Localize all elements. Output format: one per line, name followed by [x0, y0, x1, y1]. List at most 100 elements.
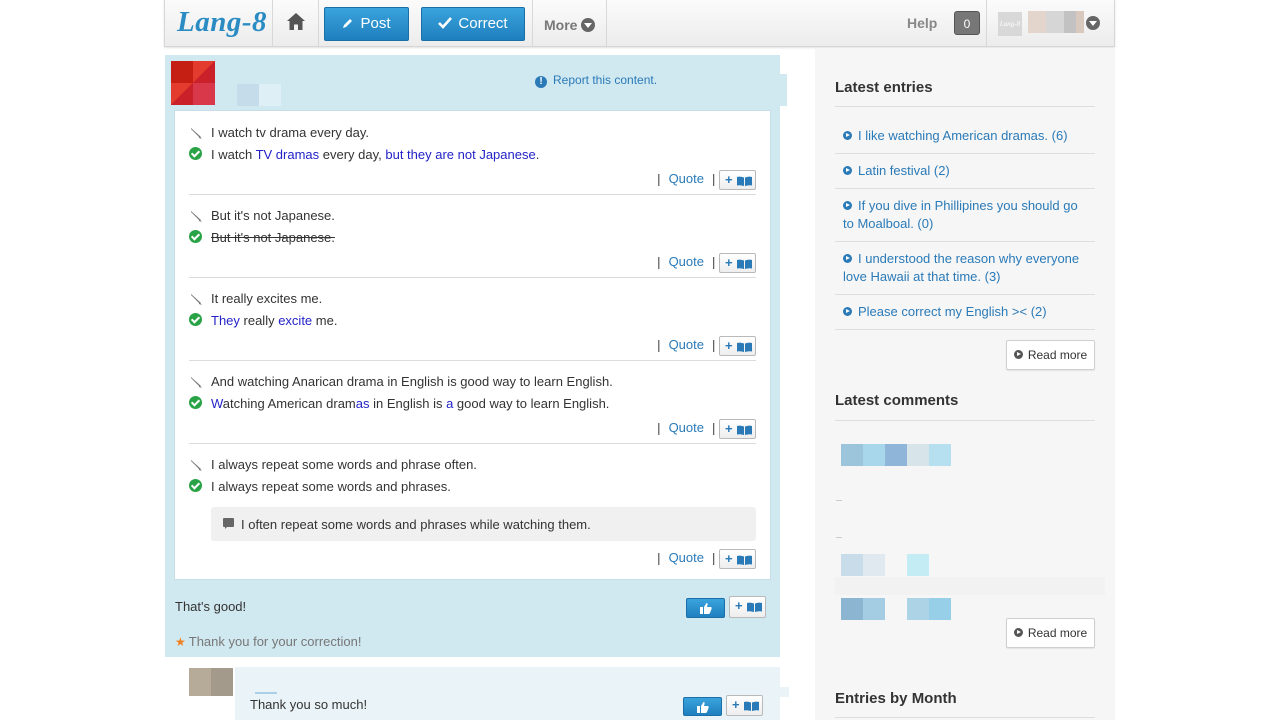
report-content-label: Report this content. — [553, 73, 658, 87]
read-more-label: Read more — [1027, 626, 1088, 640]
add-to-book-plus: + — [725, 551, 733, 566]
correct-button[interactable]: Correct — [421, 7, 525, 41]
sidebar-entry-link[interactable]: Latin festival (2) — [843, 162, 1088, 180]
read-more-comments-button[interactable]: Read more — [1006, 618, 1095, 648]
corrector-avatar[interactable] — [171, 61, 215, 105]
sidebar-entry-label: I understood the reason why everyone lov… — [843, 251, 1080, 284]
post-button[interactable]: Post — [324, 7, 409, 41]
navbar-divider — [606, 0, 607, 46]
comment-row-background — [835, 577, 1105, 595]
navbar-divider — [272, 0, 273, 46]
correction-actions: | Quote | + — [657, 549, 756, 571]
comment-author-blurred[interactable] — [841, 598, 885, 620]
comment-author-blurred[interactable] — [841, 444, 951, 466]
correction-divider — [189, 194, 756, 195]
correction-highlight: as — [355, 396, 370, 411]
sidebar-divider — [835, 717, 1095, 718]
report-content-link[interactable]: ! Report this content. — [535, 73, 657, 88]
text-segment: every day, — [319, 147, 386, 162]
add-to-book-button[interactable]: + — [729, 596, 766, 618]
quote-link[interactable]: Quote — [669, 254, 704, 269]
comment-separator — [836, 537, 842, 538]
sidebar-entry-label: I like watching American dramas. (6) — [858, 128, 1068, 143]
pipe-divider: | — [657, 337, 661, 353]
correct-button-label: Correct — [458, 15, 508, 32]
quote-link[interactable]: Quote — [669, 171, 704, 186]
comment-text: I often repeat some words and phrases wh… — [241, 517, 591, 532]
sidebar-entry-link[interactable]: I like watching American dramas. (6) — [843, 127, 1088, 145]
like-button[interactable] — [683, 697, 722, 716]
add-to-book-button[interactable]: + — [719, 549, 756, 569]
thumbs-up-icon — [697, 702, 709, 713]
add-to-book-plus: + — [735, 598, 743, 613]
corrected-sentence: I always repeat some words and phrases. — [211, 479, 451, 494]
home-icon[interactable] — [285, 11, 307, 33]
check-icon — [189, 479, 202, 492]
correction-actions: | Quote | + — [657, 336, 756, 358]
pencil-icon — [191, 377, 202, 388]
quote-link[interactable]: Quote — [669, 420, 704, 435]
original-sentence: But it's not Japanese. — [211, 208, 335, 223]
correction-highlight: excite — [278, 313, 313, 328]
more-menu-label: More — [544, 17, 578, 33]
correction-divider — [189, 277, 756, 278]
navbar-divider — [318, 0, 319, 46]
more-menu[interactable]: More — [544, 17, 596, 33]
correction-highlight: TV dramas — [255, 147, 320, 162]
help-link[interactable]: Help — [907, 15, 937, 31]
correction-actions: | Quote | + — [657, 170, 756, 192]
sidebar-divider — [835, 329, 1095, 330]
comment-author-blurred[interactable] — [841, 554, 885, 576]
navbar-divider — [532, 0, 533, 46]
sidebar-divider — [835, 241, 1095, 242]
book-icon — [737, 176, 752, 186]
user-name-blurred[interactable] — [1028, 11, 1084, 33]
sidebar-divider — [835, 294, 1095, 295]
corrected-sentence: They really excite me. — [211, 313, 337, 328]
read-more-entries-button[interactable]: Read more — [1006, 340, 1095, 370]
add-to-book-button[interactable]: + — [719, 253, 756, 273]
corrections-list: I watch tv drama every day. I watch TV d… — [174, 110, 771, 580]
comment-author-blurred[interactable] — [907, 554, 929, 576]
quote-link[interactable]: Quote — [669, 337, 704, 352]
star-icon: ★ — [175, 635, 186, 649]
corrector-name-blurred[interactable] — [237, 84, 281, 106]
sidebar-entry-link[interactable]: Please correct my English >< (2) — [843, 303, 1088, 321]
reply-author-avatar[interactable] — [189, 668, 233, 696]
add-to-book-button[interactable]: + — [726, 695, 763, 716]
reply-author-name-blurred[interactable] — [255, 692, 277, 694]
corrected-sentence-strikethrough: But it's not Japanese. — [211, 230, 335, 245]
add-to-book-plus: + — [725, 255, 733, 270]
like-button[interactable] — [686, 598, 725, 618]
info-icon: ! — [535, 76, 547, 88]
user-avatar[interactable]: Lang-8 — [998, 12, 1022, 36]
correction-highlight: but they are not Japanese — [385, 147, 536, 162]
reply-strip — [658, 687, 789, 697]
sidebar-entry-link[interactable]: If you dive in Phillipines you should go… — [843, 197, 1088, 233]
add-to-book-plus: + — [725, 172, 733, 187]
pipe-divider: | — [657, 171, 661, 187]
correction-item: But it's not Japanese. But it's not Japa… — [189, 208, 756, 273]
comment-author-blurred[interactable] — [907, 598, 951, 620]
add-to-book-button[interactable]: + — [719, 170, 756, 190]
pencil-icon — [343, 19, 353, 28]
add-to-book-button[interactable]: + — [719, 336, 756, 356]
notification-badge[interactable]: 0 — [954, 11, 980, 35]
sidebar-entry-link[interactable]: I understood the reason why everyone lov… — [843, 250, 1088, 286]
lang8-logo[interactable]: Lang-8 — [177, 6, 267, 39]
correction-highlight: They — [211, 313, 240, 328]
sidebar-divider — [835, 153, 1095, 154]
bullet-arrow-icon — [843, 307, 852, 316]
text-segment: in English is — [369, 396, 447, 411]
user-menu-chevron-icon[interactable] — [1086, 16, 1100, 30]
pipe-divider: | — [657, 550, 661, 566]
pipe-divider: | — [711, 420, 716, 436]
sidebar-entry-label: If you dive in Phillipines you should go… — [843, 198, 1078, 231]
book-icon — [737, 425, 752, 435]
pipe-divider: | — [657, 420, 661, 436]
post-button-label: Post — [360, 15, 391, 32]
add-to-book-button[interactable]: + — [719, 419, 756, 439]
pencil-icon — [191, 294, 202, 305]
correction-divider — [189, 443, 756, 444]
quote-link[interactable]: Quote — [669, 550, 704, 565]
